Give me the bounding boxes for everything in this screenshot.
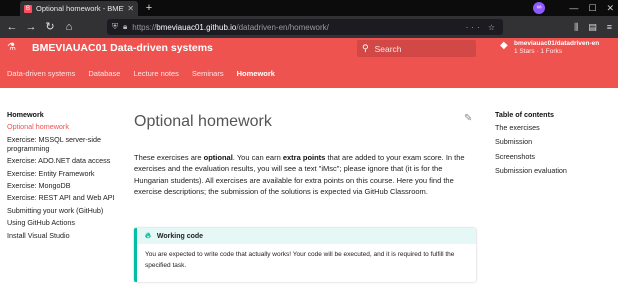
tab-seminars[interactable]: Seminars bbox=[192, 69, 224, 78]
repo-link[interactable]: ◆ bmeviauac01/datadriven-en 1 Stars · 1 … bbox=[500, 40, 599, 56]
tab-homework[interactable]: Homework bbox=[237, 69, 275, 78]
reload-icon[interactable]: ↻ bbox=[43, 20, 57, 34]
nav-item-entity-framework[interactable]: Exercise: Entity Framework bbox=[7, 169, 127, 178]
nav-item-rest-api[interactable]: Exercise: REST API and Web API bbox=[7, 193, 127, 202]
minimize-icon[interactable]: — bbox=[569, 1, 578, 15]
tab-data-driven-systems[interactable]: Data-driven systems bbox=[7, 69, 75, 78]
toc-item-submission[interactable]: Submission bbox=[495, 137, 613, 146]
new-tab-button[interactable]: + bbox=[143, 1, 155, 15]
main-content: Optional homework bbox=[134, 108, 476, 132]
tab-close-icon[interactable]: ✕ bbox=[127, 4, 134, 13]
search-box[interactable]: ⚲ bbox=[357, 40, 476, 57]
url-prefix: https:// bbox=[132, 22, 157, 32]
browser-tab[interactable]: B Optional homework - BMEVIAUAC ✕ bbox=[20, 1, 138, 16]
site-header: ⚗ BMEVIAUAC01 Data-driven systems ⚲ ◆ bm… bbox=[0, 38, 618, 88]
nav-item-mongodb[interactable]: Exercise: MongoDB bbox=[7, 181, 127, 190]
home-icon[interactable]: ⌂ bbox=[62, 20, 76, 34]
browser-nav-bar: ← → ↻ ⌂ ⛨ 🔒︎ https://bmeviauac01.github.… bbox=[0, 16, 618, 38]
nav-item-mssql[interactable]: Exercise: MSSQL server-side programming bbox=[7, 135, 127, 153]
nav-item-optional-homework[interactable]: Optional homework bbox=[7, 122, 127, 131]
private-browsing-icon: ∞ bbox=[533, 2, 545, 14]
nav-heading: Homework bbox=[7, 110, 44, 119]
toc-item-exercises[interactable]: The exercises bbox=[495, 123, 613, 132]
tab-title: Optional homework - BMEVIAUAC bbox=[36, 4, 124, 13]
admonition-body: You are expected to write code that actu… bbox=[145, 251, 455, 269]
site-logo-icon[interactable]: ⚗ bbox=[7, 42, 16, 54]
url-path: /datadriven-en/homework/ bbox=[236, 22, 329, 32]
forward-arrow-icon[interactable]: → bbox=[24, 20, 38, 34]
toc-item-screenshots[interactable]: Screenshots bbox=[495, 152, 613, 161]
page-title: Optional homework bbox=[134, 113, 272, 130]
tracking-shield-icon[interactable]: ⛨ bbox=[112, 22, 118, 32]
nav-item-visual-studio[interactable]: Install Visual Studio bbox=[7, 231, 127, 240]
nav-item-submitting[interactable]: Submitting your work (GitHub) bbox=[7, 206, 127, 215]
left-nav: Homework Optional homework Exercise: MSS… bbox=[7, 110, 127, 243]
maximize-icon[interactable]: ☐ bbox=[588, 1, 596, 15]
page-actions-icon[interactable]: ··· ☆ bbox=[466, 23, 498, 32]
admonition-title: Working code bbox=[156, 232, 204, 240]
url-host: bmeviauac01.github.io bbox=[156, 22, 237, 32]
window-controls: — ☐ ✕ bbox=[569, 1, 614, 15]
nav-item-adonet[interactable]: Exercise: ADO.NET data access bbox=[7, 156, 127, 165]
sidebar-icon[interactable]: ▤ bbox=[588, 20, 597, 34]
repo-name: bmeviauac01/datadriven-en bbox=[514, 40, 600, 47]
tab-lecture-notes[interactable]: Lecture notes bbox=[133, 69, 178, 78]
toc-item-submission-evaluation[interactable]: Submission evaluation bbox=[495, 166, 613, 175]
address-bar[interactable]: ⛨ 🔒︎ https://bmeviauac01.github.io/datad… bbox=[107, 19, 503, 35]
site-title[interactable]: BMEVIAUAC01 Data-driven systems bbox=[32, 42, 213, 54]
site-favicon-icon: B bbox=[24, 4, 32, 13]
search-icon: ⚲ bbox=[362, 43, 369, 53]
toc-heading: Table of contents bbox=[495, 110, 554, 119]
repo-stats: 1 Stars · 1 Forks bbox=[514, 48, 563, 55]
library-icon[interactable]: ⫼ bbox=[574, 20, 578, 34]
flame-icon: 🔥︎ bbox=[145, 231, 151, 240]
browser-tab-bar: B Optional homework - BMEVIAUAC ✕ + ∞ — … bbox=[0, 0, 618, 16]
edit-pencil-icon[interactable]: ✎ bbox=[464, 114, 474, 124]
intro-paragraph: These exercises are optional. You can ea… bbox=[134, 153, 465, 196]
menu-icon[interactable]: ≡ bbox=[607, 20, 612, 34]
search-input[interactable] bbox=[374, 43, 465, 54]
lock-icon[interactable]: 🔒︎ bbox=[123, 22, 127, 32]
admonition-working-code: 🔥︎ Working code You are expected to writ… bbox=[134, 228, 476, 282]
table-of-contents: Table of contents The exercises Submissi… bbox=[495, 110, 613, 180]
nav-item-github-actions[interactable]: Using GitHub Actions bbox=[7, 218, 127, 227]
close-window-icon[interactable]: ✕ bbox=[606, 1, 614, 15]
tab-database[interactable]: Database bbox=[88, 69, 120, 78]
site-tabs: Data-driven systems Database Lecture not… bbox=[7, 69, 275, 78]
toolbar-right: ⫼ ▤ ≡ bbox=[574, 20, 612, 34]
git-icon: ◆ bbox=[500, 40, 508, 51]
back-arrow-icon[interactable]: ← bbox=[5, 20, 19, 34]
